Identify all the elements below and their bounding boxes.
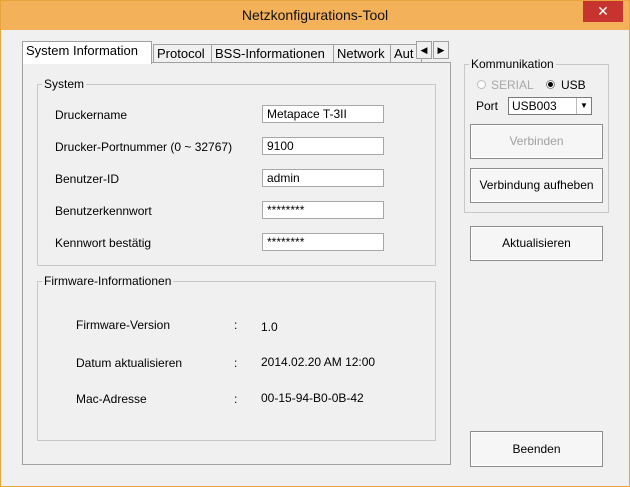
mac-address-label: Mac-Adresse	[76, 392, 147, 406]
password-label: Benutzerkennwort	[55, 204, 152, 218]
tab-system-information[interactable]: System Information	[22, 41, 152, 64]
tab-scroll-right-icon[interactable]: ▶	[433, 41, 449, 59]
disconnect-button[interactable]: Verbindung aufheben	[470, 168, 603, 203]
password-confirm-label: Kennwort bestätig	[55, 236, 152, 250]
refresh-button[interactable]: Aktualisieren	[470, 226, 603, 261]
tab-bss-informationen[interactable]: BSS-Informationen	[211, 44, 336, 63]
firmware-version-label: Firmware-Version	[76, 318, 171, 332]
tab-scroll-left-icon[interactable]: ◀	[416, 41, 432, 59]
printer-name-field[interactable]: Metapace T-3II	[262, 105, 384, 123]
serial-radio-label: SERIAL	[491, 78, 534, 92]
usb-radio-label: USB	[561, 78, 586, 92]
chevron-down-icon: ▼	[576, 98, 591, 114]
port-select-value: USB003	[512, 99, 557, 113]
tab-page-system-information: System Druckername Metapace T-3II Drucke…	[22, 62, 451, 465]
communication-group-legend: Kommunikation	[471, 57, 554, 71]
app-window: Netzkonfigurations-Tool ✕ System Informa…	[0, 0, 630, 487]
update-date-separator: :	[234, 356, 238, 370]
port-select[interactable]: USB003 ▼	[508, 97, 592, 115]
mac-address-value: 00-15-94-B0-0B-42	[261, 391, 364, 405]
printer-name-label: Druckername	[55, 108, 128, 122]
update-date-label: Datum aktualisieren	[76, 356, 183, 370]
user-id-label: Benutzer-ID	[55, 172, 120, 186]
printer-port-label: Drucker-Portnummer (0 ~ 32767)	[55, 140, 233, 154]
tab-strip: System Information Protocol BSS-Informat…	[22, 41, 452, 64]
user-id-field[interactable]: admin	[262, 169, 384, 187]
update-date-value: 2014.02.20 AM 12:00	[261, 355, 376, 369]
window-title: Netzkonfigurations-Tool	[241, 7, 389, 23]
close-icon[interactable]: ✕	[583, 1, 623, 22]
serial-radio[interactable]	[477, 80, 486, 89]
title-bar[interactable]: Netzkonfigurations-Tool ✕	[1, 1, 629, 30]
exit-button[interactable]: Beenden	[470, 431, 603, 467]
firmware-group-legend: Firmware-Informationen	[44, 274, 172, 288]
tab-protocol[interactable]: Protocol	[153, 44, 213, 63]
mac-address-separator: :	[234, 392, 238, 406]
usb-radio[interactable]	[546, 80, 555, 89]
firmware-version-separator: :	[234, 318, 238, 332]
system-group-legend: System	[44, 77, 85, 91]
port-label: Port	[476, 99, 499, 113]
tab-network[interactable]: Network	[333, 44, 393, 63]
connect-button[interactable]: Verbinden	[470, 124, 603, 159]
printer-port-field[interactable]: 9100	[262, 137, 384, 155]
password-field[interactable]: ********	[262, 201, 384, 219]
firmware-version-value: 1.0	[261, 320, 278, 334]
password-confirm-field[interactable]: ********	[262, 233, 384, 251]
